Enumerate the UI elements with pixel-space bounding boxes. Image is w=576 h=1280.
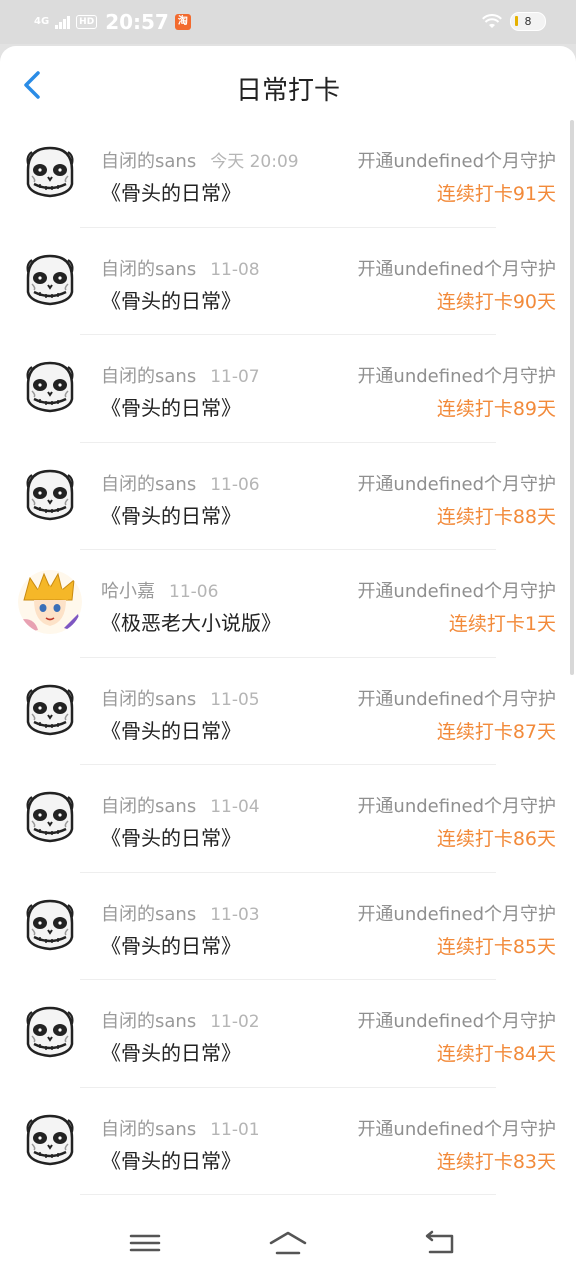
list-item[interactable]: 自闭的sans 11-08 《骨头的日常》 开通undefined个月守护 连续打… xyxy=(0,228,576,336)
checkin-date: 11-04 xyxy=(210,797,260,817)
user-name[interactable]: 自闭的sans 11-01 xyxy=(101,1115,260,1141)
checkin-date: 11-01 xyxy=(210,1119,260,1140)
book-title[interactable]: 《骨头的日常》 xyxy=(101,285,241,314)
skull-avatar xyxy=(18,355,82,419)
streak-count: 连续打卡89天 xyxy=(436,398,556,420)
signal-icon xyxy=(55,15,71,29)
guard-text: 开通undefined个月守护 xyxy=(357,581,556,602)
list-item[interactable]: 自闭的sans 11-06 《骨头的日常》 开通undefined个月守护 连续打… xyxy=(0,443,576,551)
skull-avatar xyxy=(18,785,82,849)
hd-badge: HD xyxy=(76,15,98,29)
app-notification-icon: 淘 xyxy=(174,14,191,30)
list-item[interactable]: 哈小嘉 11-06 《极恶老大小说版》 开通undefined个月守护 连续打卡1… xyxy=(0,550,576,658)
book-title[interactable]: 《骨头的日常》 xyxy=(101,500,241,529)
user-name[interactable]: 自闭的sans 11-03 xyxy=(101,900,260,926)
user-name[interactable]: 自闭的sans 11-06 xyxy=(101,470,260,496)
signal-label: 4G xyxy=(34,16,50,27)
checkin-date: 11-08 xyxy=(210,259,260,280)
list-item[interactable]: 自闭的sans 11-02 《骨头的日常》 开通undefined个月守护 连续打… xyxy=(0,980,576,1088)
return-icon[interactable] xyxy=(420,1228,460,1258)
guard-text: 开通undefined个月守护 xyxy=(357,1011,556,1032)
book-title[interactable]: 《骨头的日常》 xyxy=(101,177,241,206)
guard-text: 开通undefined个月守护 xyxy=(357,796,556,817)
skull-avatar xyxy=(18,247,82,312)
checkin-date: 11-05 xyxy=(210,689,260,710)
page-title: 日常打卡 xyxy=(235,76,340,106)
home-icon[interactable] xyxy=(268,1228,308,1258)
guard-text: 开通undefined个月守护 xyxy=(357,258,556,280)
user-name[interactable]: 自闭的sans 今天 20:09 xyxy=(101,147,299,173)
book-title[interactable]: 《骨头的日常》 xyxy=(101,715,241,744)
streak-count: 连续打卡86天 xyxy=(436,828,556,850)
user-name[interactable]: 自闭的sans 11-07 xyxy=(101,362,260,388)
checkin-date: 11-02 xyxy=(210,1012,260,1032)
list-item[interactable]: 自闭的sans 11-03 《骨头的日常》 开通undefined个月守护 连续打… xyxy=(0,873,576,981)
checkin-date: 11-03 xyxy=(210,904,260,925)
skull-avatar xyxy=(18,677,82,742)
streak-count: 连续打卡90天 xyxy=(436,290,556,313)
status-bar: 4G HD 20:57 淘 8 xyxy=(0,0,576,44)
list-item[interactable]: 自闭的sans 11-07 《骨头的日常》 开通undefined个月守护 连续打… xyxy=(0,335,576,443)
checkin-date: 今天 20:09 xyxy=(210,152,299,172)
book-title[interactable]: 《骨头的日常》 xyxy=(101,930,241,959)
skull-avatar xyxy=(18,892,82,957)
book-title[interactable]: 《骨头的日常》 xyxy=(101,1037,241,1066)
streak-count: 连续打卡1天 xyxy=(448,613,556,635)
system-nav-bar xyxy=(0,1198,576,1280)
list-item[interactable]: 自闭的sans 11-04 《骨头的日常》 开通undefined个月守护 连续打… xyxy=(0,765,576,873)
user-name[interactable]: 自闭的sans 11-05 xyxy=(101,685,260,711)
book-title[interactable]: 《骨头的日常》 xyxy=(101,392,241,421)
list-item[interactable]: 自闭的sans 11-01 《骨头的日常》 开通undefined个月守护 连续打… xyxy=(0,1088,576,1196)
checkin-list[interactable]: 自闭的sans 今天 20:09 《骨头的日常》 开通undefined个月守护 … xyxy=(0,120,576,1198)
page-header: 日常打卡 xyxy=(0,46,576,120)
checkin-date: 11-06 xyxy=(169,582,219,602)
wifi-icon xyxy=(482,13,502,28)
guard-text: 开通undefined个月守护 xyxy=(357,1118,556,1140)
list-item[interactable]: 自闭的sans 今天 20:09 《骨头的日常》 开通undefined个月守护 … xyxy=(0,120,576,228)
guard-text: 开通undefined个月守护 xyxy=(357,473,556,495)
book-title[interactable]: 《骨头的日常》 xyxy=(101,822,241,851)
checkin-date: 11-07 xyxy=(210,367,260,387)
user-name[interactable]: 自闭的sans 11-08 xyxy=(101,255,260,281)
battery-icon: 8 xyxy=(510,12,546,31)
list-item[interactable]: 自闭的sans 11-05 《骨头的日常》 开通undefined个月守护 连续打… xyxy=(0,658,576,766)
streak-count: 连续打卡88天 xyxy=(436,505,556,528)
user-name[interactable]: 自闭的sans 11-04 xyxy=(101,792,260,818)
skull-avatar xyxy=(18,462,82,527)
guard-text: 开通undefined个月守护 xyxy=(357,366,556,387)
guard-text: 开通undefined个月守护 xyxy=(357,151,556,172)
skull-avatar xyxy=(18,1107,82,1172)
guard-text: 开通undefined个月守护 xyxy=(357,903,556,925)
menu-icon[interactable] xyxy=(125,1228,165,1258)
anime-avatar xyxy=(18,570,82,634)
skull-avatar xyxy=(18,1000,82,1064)
book-title[interactable]: 《骨头的日常》 xyxy=(101,1145,241,1174)
book-title[interactable]: 《极恶老大小说版》 xyxy=(101,607,281,636)
streak-count: 连续打卡91天 xyxy=(436,183,556,205)
checkin-date: 11-06 xyxy=(210,474,260,495)
scrollbar[interactable] xyxy=(570,120,574,675)
streak-count: 连续打卡85天 xyxy=(436,935,556,958)
streak-count: 连续打卡87天 xyxy=(436,720,556,743)
user-name[interactable]: 哈小嘉 11-06 xyxy=(101,577,218,603)
skull-avatar xyxy=(18,140,82,204)
streak-count: 连续打卡83天 xyxy=(436,1150,556,1173)
streak-count: 连续打卡84天 xyxy=(436,1043,556,1065)
user-name[interactable]: 自闭的sans 11-02 xyxy=(101,1007,260,1033)
clock: 20:57 xyxy=(105,10,169,34)
guard-text: 开通undefined个月守护 xyxy=(357,688,556,710)
